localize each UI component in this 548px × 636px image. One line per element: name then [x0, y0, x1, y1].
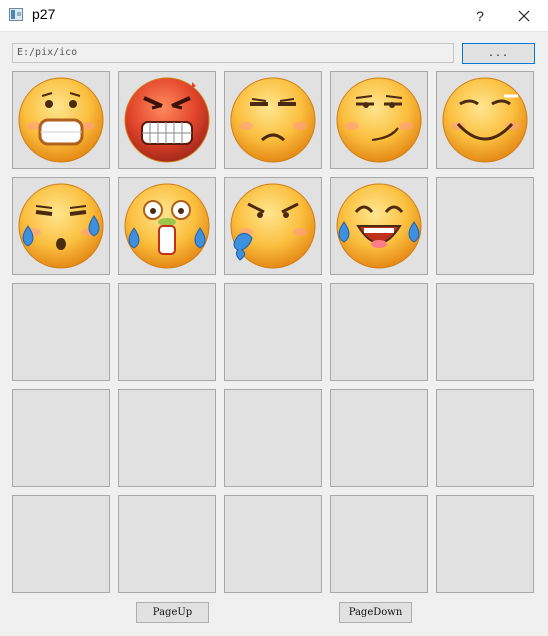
smug-face-icon	[336, 77, 422, 163]
window-title: p27	[32, 6, 56, 22]
title-bar: p27 ?	[0, 0, 548, 32]
grid-cell[interactable]	[330, 283, 428, 381]
grid-cell[interactable]	[436, 177, 534, 275]
grid-cell[interactable]	[330, 177, 428, 275]
browse-button[interactable]: ...	[462, 43, 535, 64]
grid-cell[interactable]	[224, 283, 322, 381]
grid-cell[interactable]	[12, 495, 110, 593]
close-icon	[518, 10, 530, 21]
close-button[interactable]	[504, 0, 544, 31]
grid-cell[interactable]	[118, 283, 216, 381]
sad-face-icon	[230, 77, 316, 163]
help-button[interactable]: ?	[466, 0, 494, 31]
grid-cell[interactable]	[12, 389, 110, 487]
grid-cell[interactable]	[330, 495, 428, 593]
grid-cell[interactable]	[330, 71, 428, 169]
grid-cell[interactable]	[436, 495, 534, 593]
grid-cell[interactable]	[224, 71, 322, 169]
app-window-icon	[9, 8, 23, 21]
grid-cell[interactable]	[12, 283, 110, 381]
grid-cell[interactable]	[436, 389, 534, 487]
grid-cell[interactable]	[224, 177, 322, 275]
page-up-button[interactable]: PageUp	[136, 602, 209, 623]
page-down-button[interactable]: PageDown	[339, 602, 412, 623]
crying-face-icon	[124, 183, 210, 269]
grid-cell[interactable]	[118, 177, 216, 275]
grid-cell[interactable]	[118, 389, 216, 487]
scared-face-icon	[18, 77, 104, 163]
grid-cell[interactable]	[118, 495, 216, 593]
sweating-face-icon	[18, 183, 104, 269]
grin-face-icon	[442, 77, 528, 163]
grid-cell[interactable]	[224, 389, 322, 487]
grid-cell[interactable]	[12, 177, 110, 275]
path-input[interactable]: E:/pix/ico	[12, 43, 454, 63]
angry-face-icon	[124, 77, 210, 163]
grid-cell[interactable]	[330, 389, 428, 487]
grid-cell[interactable]	[436, 71, 534, 169]
grid-cell[interactable]	[12, 71, 110, 169]
grid-cell[interactable]	[118, 71, 216, 169]
grid-cell[interactable]	[224, 495, 322, 593]
grid-cell[interactable]	[436, 283, 534, 381]
puffing-face-icon	[230, 183, 316, 269]
tears-of-joy-face-icon	[336, 183, 422, 269]
